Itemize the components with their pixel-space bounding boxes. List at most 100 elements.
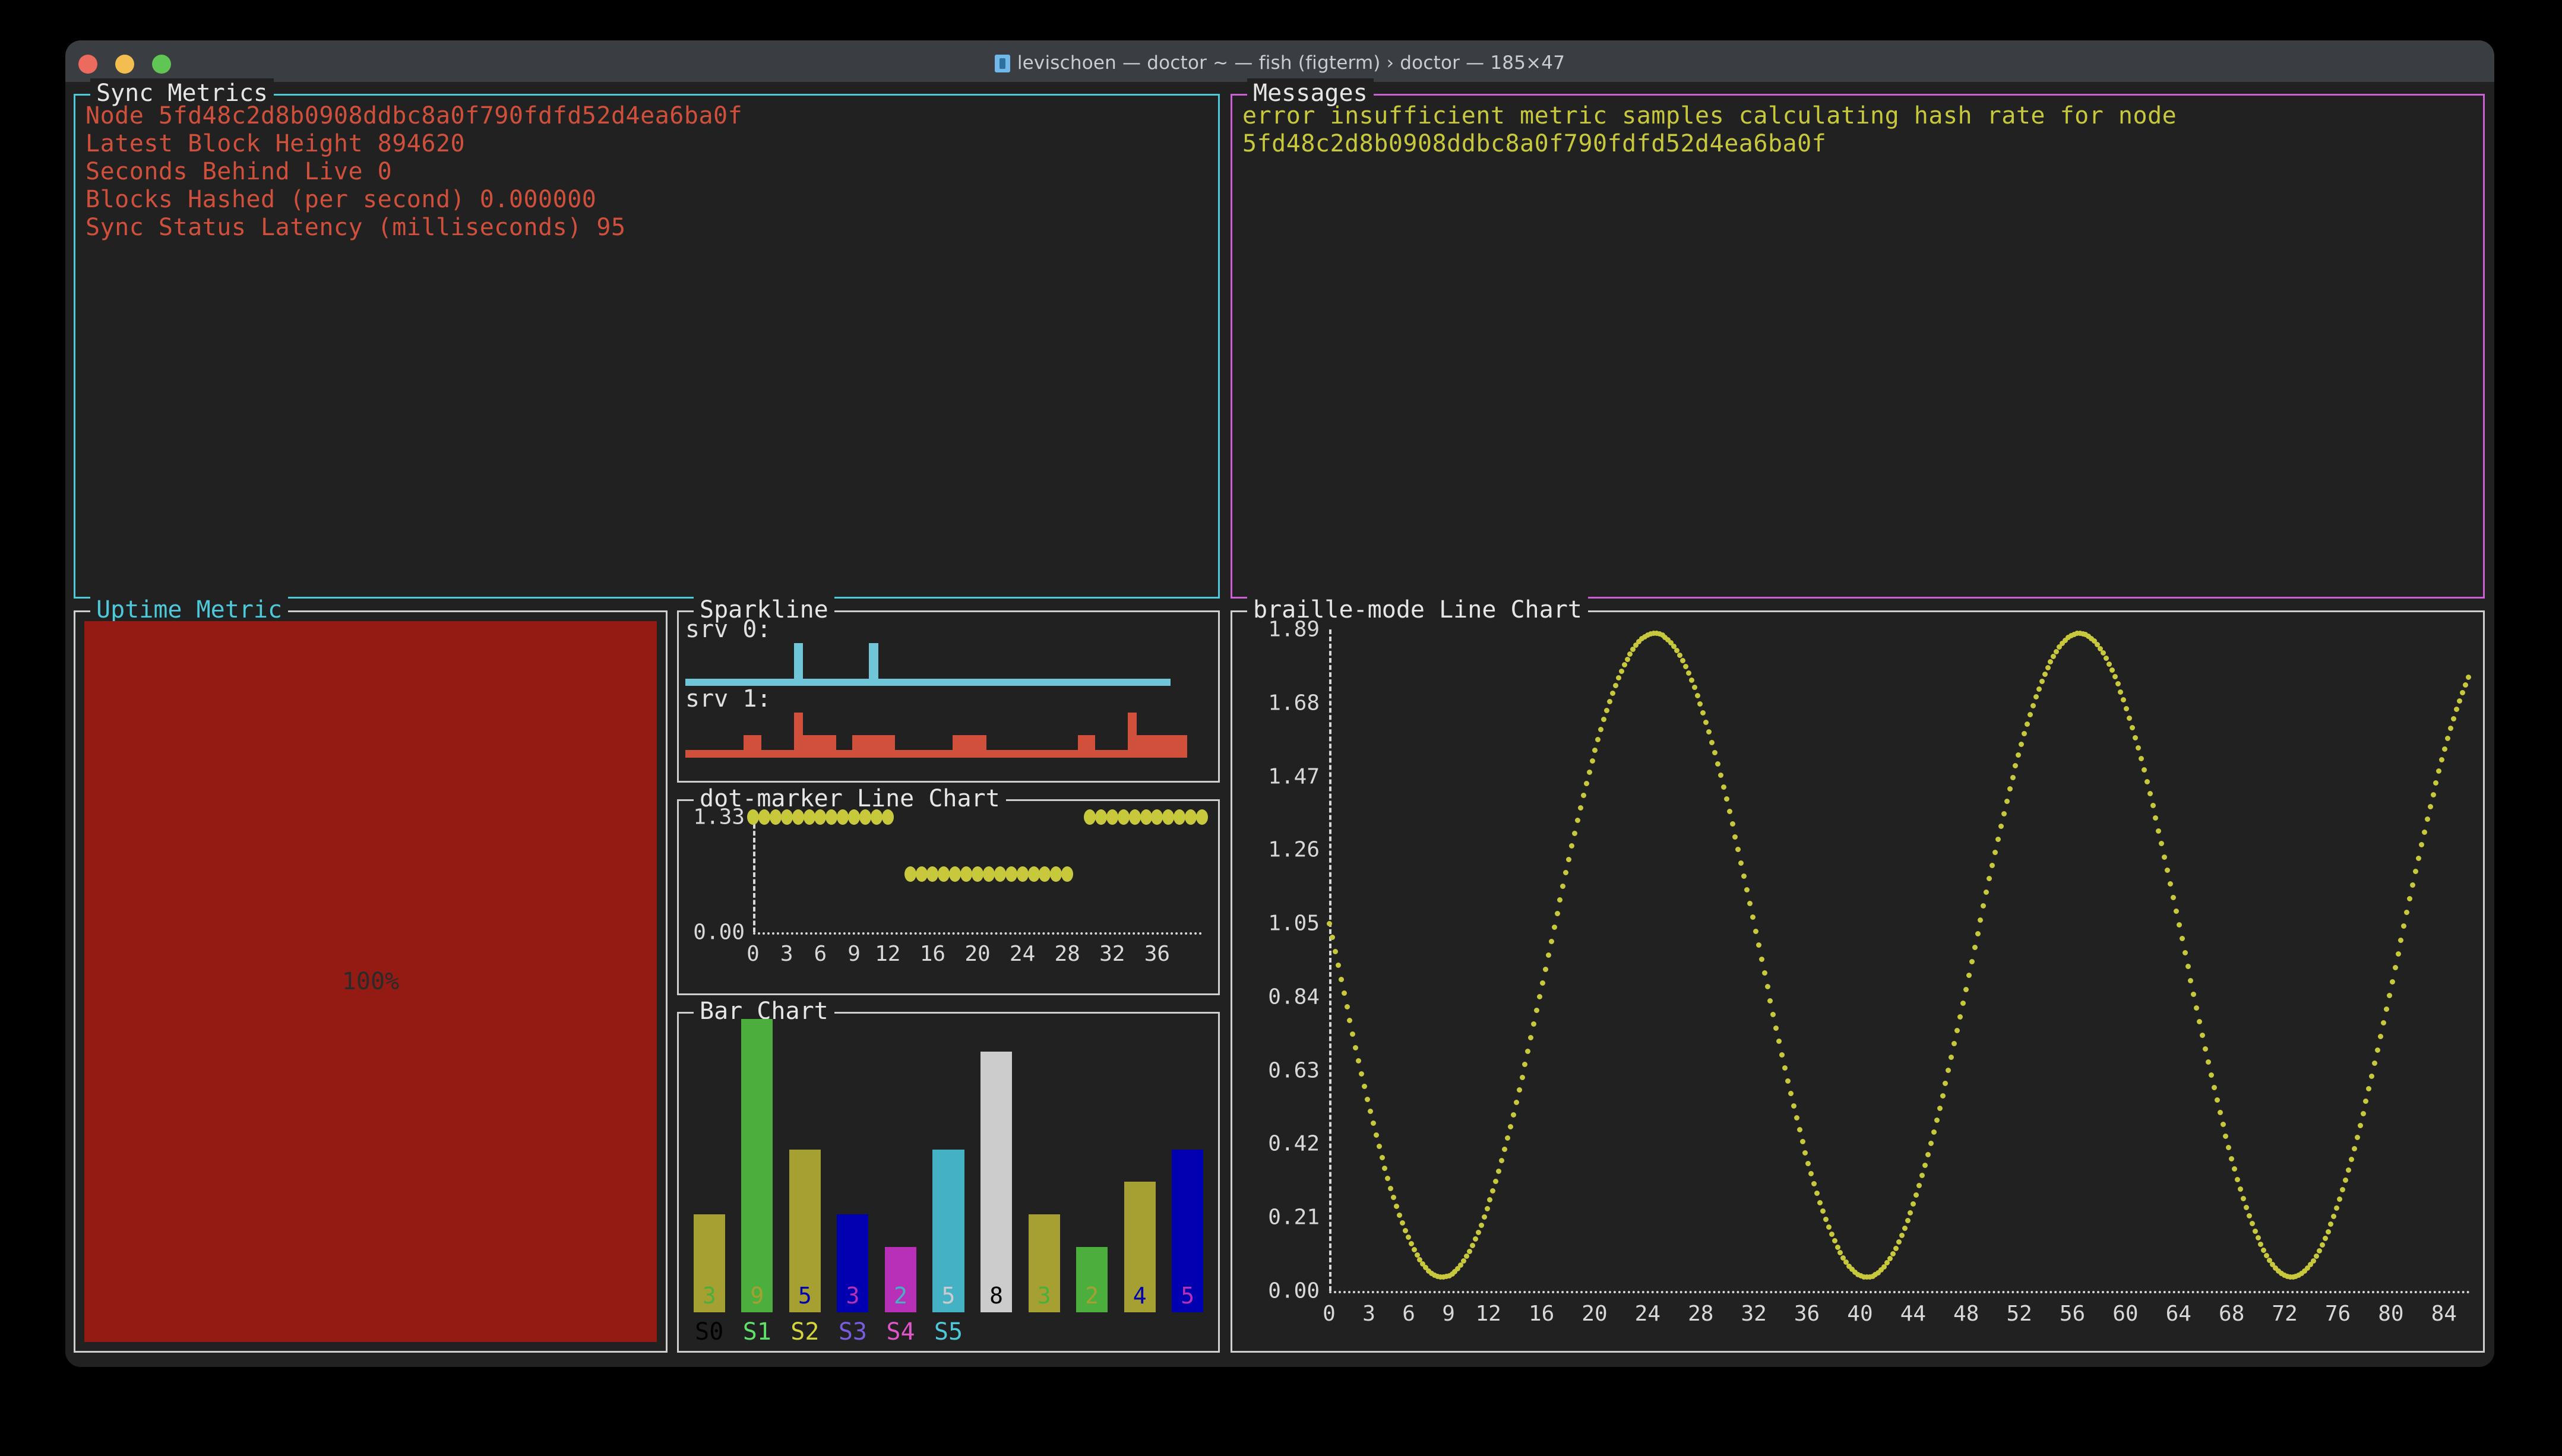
sparkline-bar [852,679,862,686]
data-point [2127,715,2133,721]
data-point [2313,1253,2319,1259]
data-point [1493,1178,1499,1184]
data-point [1621,662,1627,668]
sparkline-bar [986,750,995,758]
data-point [2427,804,2433,810]
data-point [2030,702,2036,708]
data-point [2243,1204,2249,1210]
data-point [1998,823,2004,829]
x-tick-label: 76 [2324,1302,2351,1326]
sparkline-bar [1061,750,1070,758]
data-point [2401,923,2407,929]
bar-chart-plot: 3 S0 9 S1 5 S2 3 S3 2 S4 5 S5 8 3 2 4 5 [685,1019,1212,1347]
data-point [2456,698,2462,704]
sparkline-bar [927,679,937,686]
data-point [2197,1019,2203,1025]
uptime-gauge: 100% [84,621,657,1342]
data-point [2334,1205,2340,1211]
data-point [1957,1014,1963,1020]
data-point [1960,1000,1966,1006]
data-point [960,866,973,882]
data-point [780,809,793,825]
data-point [2165,868,2171,873]
data-point [1940,1093,1946,1099]
data-point [2436,768,2442,774]
x-tick-label: 0 [747,942,760,966]
data-point [1537,994,1542,1000]
x-tick-label: 28 [1688,1302,1714,1326]
data-point [2185,964,2191,970]
sparkline-bar [1061,679,1070,686]
data-point [1788,1090,1794,1096]
sparkline-bar [777,679,786,686]
x-tick-label: 12 [875,942,901,966]
sparkline-bar [819,735,828,758]
data-point [2354,1134,2360,1140]
sparkline-bar [910,679,920,686]
data-point [1151,809,1163,825]
data-point [1516,1087,1522,1093]
data-point [747,809,759,825]
x-axis [1329,1291,2471,1293]
data-point [1829,1232,1834,1237]
data-point [1507,1123,1513,1129]
sparkline-bar [702,679,711,686]
sparkline-bar [869,643,878,686]
data-point [1697,701,1703,707]
sparkline-bar [819,679,828,686]
window-titlebar: levischoen — doctor ~ — fish (figterm) ›… [65,40,2494,82]
data-point [2345,1167,2351,1173]
data-point [1972,945,1978,951]
data-point [2130,724,2136,730]
sparkline-bar [969,679,979,686]
data-point [2039,678,2045,684]
data-point [1408,1241,1414,1247]
data-point [2459,689,2465,695]
data-point [1196,809,1208,825]
data-point [2226,1145,2232,1151]
sparkline-bar [735,750,745,758]
data-point [1899,1233,1905,1239]
data-point [2392,965,2398,971]
data-point [1341,990,1347,996]
sparkline-bar [978,679,987,686]
data-point [1978,917,1984,923]
data-point [1027,866,1040,882]
panel-bar-chart: Bar Chart 3 S0 9 S1 5 S2 3 S3 2 S4 5 S5 8 3 2 4 5 [677,996,1220,1353]
y-tick-label: 0.00 [1268,1278,1320,1303]
data-point [1411,1247,1417,1253]
data-point [2337,1197,2343,1202]
data-point [1796,1127,1802,1133]
data-point [1951,1041,1957,1047]
data-point [1580,793,1586,799]
data-point [1791,1103,1796,1109]
data-point [1723,796,1729,802]
sparkline-bar [836,750,845,758]
data-point [2121,697,2127,703]
sparkline-bar [1086,679,1096,686]
bar-category-label: S0 [695,1318,724,1346]
data-point [1987,876,1992,882]
data-point [1963,986,1969,992]
data-point [1735,847,1741,853]
sparkline-bar [694,750,703,758]
sparkline-bar [1027,750,1037,758]
data-point [1402,1227,1408,1233]
data-point [2194,1005,2200,1011]
data-point [1391,1195,1397,1201]
sparkline-bar [744,679,753,686]
sparkline-bar [1027,679,1037,686]
x-tick-label: 72 [2272,1302,2298,1326]
data-point [1823,1217,1829,1223]
data-point [2051,653,2057,659]
data-point [2013,763,2019,769]
data-point [1595,736,1601,742]
data-point [1061,866,1074,882]
x-axis [753,932,1202,935]
data-point [1039,866,1051,882]
data-point [2445,736,2451,742]
sparkline-bar [1077,679,1087,686]
data-point [1542,966,1548,972]
data-point [2453,707,2459,713]
data-point [2016,752,2022,758]
